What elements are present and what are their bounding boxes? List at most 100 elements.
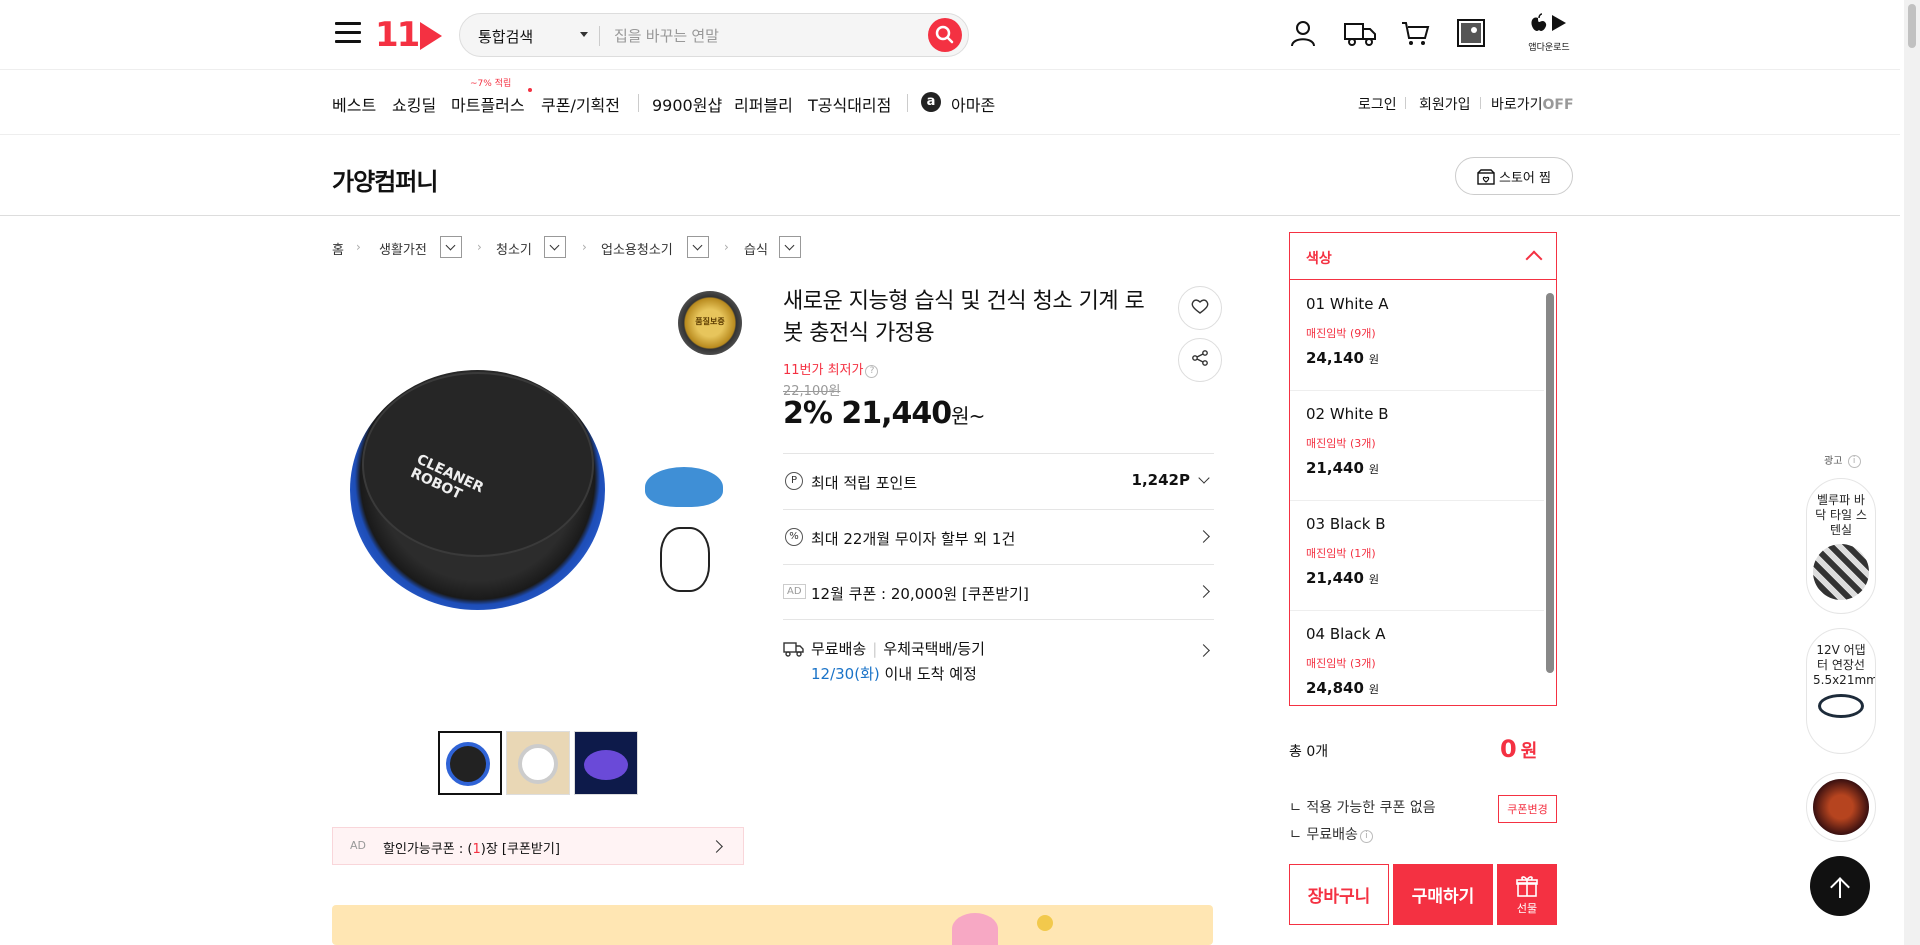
share-button[interactable] (1178, 338, 1222, 382)
page-scrollbar[interactable] (1904, 0, 1920, 945)
login-link[interactable]: 로그인 (1358, 94, 1397, 114)
add-to-cart-button[interactable]: 장바구니 (1289, 864, 1389, 925)
side-ad-image (1813, 779, 1869, 835)
nav-shocking-deal[interactable]: 쇼킹딜 (392, 92, 436, 116)
points-value: 1,242P (1132, 471, 1210, 489)
ad-label: 광고 i (1824, 452, 1861, 468)
breadcrumb-arrow-icon: › (724, 240, 729, 254)
shortcut-state: OFF (1542, 97, 1574, 113)
app-download[interactable]: 앱다운로드 (1526, 12, 1572, 53)
app-store-icon (1531, 13, 1566, 31)
side-ad-card[interactable] (1806, 772, 1876, 842)
gift-button[interactable]: 선물 (1497, 864, 1557, 925)
option-item[interactable]: 02 White B 매진임박 (3개) 21,440 원 (1290, 391, 1544, 501)
chevron-right-icon (1197, 585, 1210, 598)
delivery-truck-icon[interactable] (1343, 18, 1377, 48)
nav-divider (907, 94, 908, 112)
option-item[interactable]: 03 Black B 매진임박 (1개) 21,440 원 (1290, 501, 1544, 611)
nav-refurbly[interactable]: 리퍼블리 (734, 92, 793, 116)
gift-balloon-icon (952, 913, 998, 945)
points-row[interactable]: P 최대 적립 포인트 1,242P (783, 453, 1214, 509)
wishlist-button[interactable] (1178, 286, 1222, 330)
store-heart-icon (1477, 168, 1495, 185)
thumbnail-2[interactable] (506, 731, 570, 795)
util-divider (1405, 97, 1406, 109)
thumbnail-3[interactable] (574, 731, 638, 795)
shipping-row[interactable]: 무료배송 | 우체국택배/등기 12/30(화) 이내 도착 예정 (783, 619, 1214, 699)
percent-icon: % (785, 528, 803, 546)
nav-t-official[interactable]: T공식대리점 (808, 92, 891, 116)
user-icon[interactable] (1288, 18, 1318, 48)
nav-amazon[interactable]: 아마존 (951, 92, 995, 116)
search-button[interactable] (928, 18, 962, 52)
chevron-down-icon (1198, 472, 1210, 484)
nav-best[interactable]: 베스트 (332, 92, 376, 116)
side-ad-card[interactable]: 벨루파 바닥 타일 스텐실 (1806, 478, 1876, 614)
option-item[interactable]: 01 White A 매진임박 (9개) 24,140 원 (1290, 281, 1544, 391)
info-icon[interactable]: i (1359, 830, 1373, 843)
ad-tag: AD (783, 584, 806, 599)
chevron-right-icon (710, 840, 723, 853)
option-header[interactable]: 색상 (1290, 233, 1556, 280)
side-ad-text: 벨루파 바닥 타일 스텐실 (1815, 493, 1867, 537)
search-input[interactable] (614, 24, 894, 48)
search-box: 통합검색 (459, 13, 969, 57)
store-name[interactable]: 가양컴퍼니 (332, 162, 438, 197)
thumbnail-1[interactable] (438, 731, 502, 795)
promo-banner[interactable] (332, 905, 1213, 945)
nav-coupon[interactable]: 쿠폰/기획전 (541, 92, 620, 116)
no-coupon-note: ㄴ 적용 가능한 쿠폰 없음 (1289, 800, 1436, 816)
heart-icon (1191, 299, 1209, 314)
chevron-down-icon (580, 32, 588, 37)
installment-row[interactable]: % 최대 22개월 무이자 할부 외 1건 (783, 509, 1214, 564)
site-logo[interactable]: 11 (375, 15, 443, 55)
ad-tag: AD (350, 839, 366, 852)
option-price: 24,140 원 (1306, 349, 1380, 367)
shortcut-toggle[interactable]: 바로가기OFF (1491, 94, 1574, 114)
option-stock: 매진임박 (3개) (1306, 657, 1376, 670)
breadcrumb-dropdown[interactable] (779, 236, 801, 258)
store-favorite-button[interactable]: 스토어 찜 (1455, 157, 1573, 195)
points-label: 최대 적립 포인트 (811, 474, 918, 492)
product-title: 새로운 지능형 습식 및 건식 청소 기계 로봇 충전식 가정용 (783, 289, 1145, 346)
coin-icon (1037, 915, 1053, 931)
total-count: 총 0개 (1289, 744, 1329, 760)
breadcrumb-dropdown[interactable] (440, 236, 462, 258)
new-dot (528, 88, 532, 92)
scrollbar-thumb[interactable] (1908, 4, 1916, 48)
option-scrollbar[interactable] (1546, 293, 1554, 673)
option-item[interactable]: 04 Black A 매진임박 (3개) 24,840 원 (1290, 611, 1544, 705)
help-icon[interactable]: ? (865, 365, 879, 378)
breadcrumb-dropdown[interactable] (544, 236, 566, 258)
app-download-label: 앱다운로드 (1528, 43, 1570, 53)
coupon-row[interactable]: AD 12월 쿠폰 : 20,000원 [쿠폰받기] (783, 564, 1214, 619)
recent-view-icon[interactable] (1456, 18, 1486, 48)
menu-icon[interactable] (335, 22, 361, 44)
nav-9900-shop[interactable]: 9900원샵 (652, 92, 722, 116)
info-icon[interactable]: i (1847, 455, 1861, 468)
coupon-change-button[interactable]: 쿠폰변경 (1498, 795, 1557, 823)
breadcrumb-dropdown[interactable] (687, 236, 709, 258)
breadcrumb-commercial[interactable]: 업소용청소기 (601, 239, 673, 258)
nav-mart-plus[interactable]: 마트플러스 (451, 92, 525, 116)
quality-badge-text: 품질보증 (695, 317, 725, 326)
discount-coupon-bar[interactable]: AD 할인가능쿠폰 : (1)장 [쿠폰받기] (332, 827, 744, 865)
breadcrumb-home[interactable]: 홈 (332, 239, 344, 258)
buy-now-button[interactable]: 구매하기 (1393, 864, 1493, 925)
breadcrumb-wet[interactable]: 습식 (744, 239, 768, 258)
nav-divider (638, 94, 639, 112)
top-header: 11 통합검색 앱다운로드 (0, 0, 1900, 70)
breadcrumb-appliance[interactable]: 생활가전 (379, 239, 427, 258)
search-scope-select[interactable]: 통합검색 (478, 26, 533, 47)
option-stock: 매진임박 (1개) (1306, 547, 1376, 560)
scroll-top-button[interactable] (1810, 856, 1870, 916)
mop-pad-image (645, 467, 723, 507)
side-ad-image (1813, 544, 1869, 600)
cart-icon[interactable] (1400, 18, 1430, 48)
option-price: 21,440 원 (1306, 569, 1380, 587)
side-ad-card[interactable]: 12V 어댑터 연장선 5.5x21mm (1806, 628, 1876, 754)
breadcrumb-vacuum[interactable]: 청소기 (496, 239, 532, 258)
signup-link[interactable]: 회원가입 (1419, 94, 1471, 114)
option-panel: 색상 01 White A 매진임박 (9개) 24,140 원 02 White… (1289, 232, 1557, 706)
arrival-date: 12/30(화) 이내 도착 예정 (811, 665, 977, 683)
